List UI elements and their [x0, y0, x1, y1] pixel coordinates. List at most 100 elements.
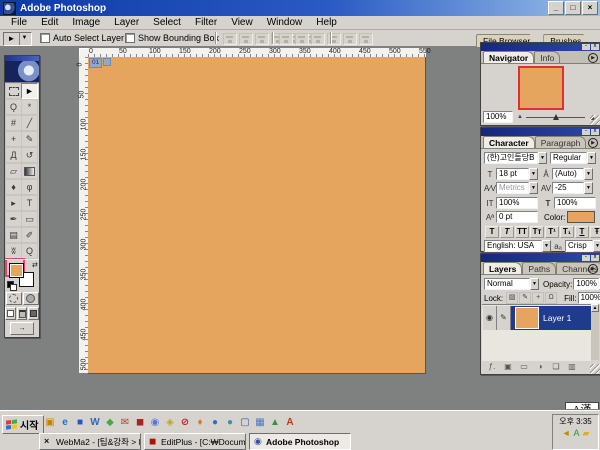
crop-tool[interactable]: # [5, 115, 22, 131]
checkbox-icon[interactable] [40, 33, 50, 43]
folder-tool-icon[interactable]: ▰ [583, 428, 590, 438]
network-icon[interactable]: ▦ [254, 417, 266, 429]
tab-layers[interactable]: Layers [483, 262, 522, 274]
maximize-icon[interactable]: □ [565, 1, 581, 15]
lasso-tool[interactable]: Ǫ [5, 99, 22, 115]
language-select[interactable]: English: USA [484, 240, 542, 252]
dodge-tool[interactable]: φ [21, 179, 38, 195]
navigator-proxy-view[interactable] [518, 66, 564, 110]
small-caps-button[interactable]: Tᴛ [530, 226, 544, 238]
fullscreen-icon[interactable] [28, 307, 39, 320]
default-colors-icon[interactable] [7, 281, 15, 289]
distribute-horizontal-centers-icon[interactable] [343, 33, 357, 45]
distribute-top-edges-icon[interactable] [279, 33, 293, 45]
auto-select-layer-checkbox[interactable]: Auto Select Layer [40, 33, 124, 43]
ime-korean-icon[interactable]: A [573, 428, 579, 438]
tool-preset-picker[interactable]: ► ▼ [3, 32, 32, 46]
zoom-out-icon[interactable]: ▲ [517, 114, 523, 120]
layer-mask-icon[interactable]: ▣ [500, 362, 516, 371]
checkbox-icon[interactable] [125, 33, 135, 43]
panel-title-bar[interactable]: - x [481, 43, 600, 51]
layers-scrollbar[interactable]: ▲ [591, 304, 599, 360]
eraser-tool[interactable]: ▱ [5, 163, 22, 179]
lock-position-icon[interactable]: + [532, 292, 544, 304]
minimize-icon[interactable]: _ [548, 1, 564, 15]
panel-minimize-icon[interactable]: - [582, 255, 590, 261]
panel-minimize-icon[interactable]: - [582, 129, 590, 135]
lock-image-icon[interactable]: ✎ [519, 292, 531, 304]
photoshop-logo[interactable] [5, 61, 39, 83]
acrobat-icon[interactable]: A [284, 417, 296, 429]
opacity-field[interactable]: 100% [573, 278, 599, 290]
chevron-down-icon[interactable]: ▼ [19, 33, 29, 45]
panel-title-bar[interactable]: - x [481, 254, 600, 262]
kerning-field[interactable]: Metrics [496, 182, 529, 194]
start-button[interactable]: 시작 [2, 415, 44, 434]
zoom-tool[interactable]: Q [21, 243, 38, 259]
panel-resize-grip[interactable] [590, 364, 600, 374]
editplus-icon[interactable]: ◼ [134, 417, 146, 429]
tab-paragraph[interactable]: Paragraph [535, 136, 587, 148]
panel-close-icon[interactable]: x [591, 255, 599, 261]
distribute-vertical-centers-icon[interactable] [295, 33, 309, 45]
menu-view[interactable]: View [224, 17, 260, 28]
align-bottom-edges-icon[interactable] [255, 33, 269, 45]
layer-style-icon[interactable]: ƒ. [484, 362, 500, 371]
messenger-icon[interactable]: ◆ [104, 417, 116, 429]
image-viewer-icon[interactable]: ▣ [44, 417, 56, 429]
leading-field[interactable]: (Auto) [552, 168, 584, 180]
antialias-select[interactable]: Crisp [565, 240, 593, 252]
rectangular-marquee-tool[interactable] [5, 83, 22, 99]
menu-image[interactable]: Image [65, 17, 107, 28]
menu-select[interactable]: Select [146, 17, 188, 28]
flame-icon[interactable]: ♦ [194, 417, 206, 429]
desktop-icon[interactable]: ■ [74, 417, 86, 429]
vertical-scale-field[interactable]: 100% [496, 197, 538, 209]
standard-screen-icon[interactable] [5, 307, 16, 320]
underline-button[interactable]: T [575, 226, 589, 238]
mail-icon[interactable]: ✉ [119, 417, 131, 429]
new-layer-icon[interactable]: ❏ [548, 362, 564, 371]
lock-all-icon[interactable]: Ω [545, 292, 557, 304]
lock-transparency-icon[interactable]: ▨ [506, 292, 518, 304]
navigator-zoom-slider[interactable] [526, 117, 585, 118]
blend-mode-select[interactable]: Normal [484, 278, 530, 290]
close-icon[interactable]: × [582, 1, 598, 15]
chevron-down-icon[interactable]: ▼ [538, 152, 547, 164]
baseline-shift-field[interactable]: 0 pt [496, 211, 538, 223]
globe-blue-icon[interactable]: ● [209, 417, 221, 429]
move-tool[interactable]: ► [21, 83, 38, 99]
font-family-select[interactable]: (한)고인돌당B [484, 152, 538, 164]
fill-field[interactable]: 100% [578, 292, 600, 304]
hand-tool[interactable]: ʬ [5, 243, 22, 259]
globe-teal-icon[interactable]: ● [224, 417, 236, 429]
tray-clock[interactable]: 오후 3:35 [553, 415, 598, 428]
internet-explorer-icon[interactable]: e [59, 417, 71, 429]
quickmask-mode-icon[interactable] [23, 292, 39, 305]
clone-stamp-tool[interactable]: Д [5, 147, 22, 163]
chevron-down-icon[interactable]: ▼ [587, 152, 596, 164]
swap-colors-icon[interactable]: ⇄ [32, 261, 38, 269]
align-vertical-centers-icon[interactable] [239, 33, 253, 45]
tab-character[interactable]: Character [483, 136, 535, 148]
distribute-right-edges-icon[interactable] [359, 33, 373, 45]
monitor-icon[interactable]: ▢ [239, 417, 251, 429]
adjustment-layer-icon[interactable]: ◑ [532, 362, 548, 371]
gradient-tool[interactable] [21, 163, 38, 179]
new-layer-set-icon[interactable]: ▭ [516, 362, 532, 371]
taskbar-window-webma2[interactable]: ×WebMa2 - [팁&강좌 > P... [39, 433, 141, 450]
text-color-swatch[interactable] [567, 211, 595, 223]
superscript-button[interactable]: T¹ [545, 226, 559, 238]
font-size-field[interactable]: 18 pt [496, 168, 529, 180]
green-a-icon[interactable]: ▲ [269, 417, 281, 429]
navigator-zoom-field[interactable]: 100% [483, 111, 513, 123]
chevron-down-icon[interactable]: ▼ [584, 168, 593, 180]
chevron-down-icon[interactable]: ▼ [529, 182, 538, 194]
tab-paths[interactable]: Paths [522, 262, 556, 274]
type-tool[interactable]: T [21, 195, 38, 211]
faux-italic-button[interactable]: T [500, 226, 514, 238]
panel-close-icon[interactable]: x [591, 44, 599, 50]
distribute-bottom-edges-icon[interactable] [311, 33, 325, 45]
media-app-icon[interactable]: W [89, 417, 101, 429]
fullscreen-menu-icon[interactable] [17, 307, 28, 320]
